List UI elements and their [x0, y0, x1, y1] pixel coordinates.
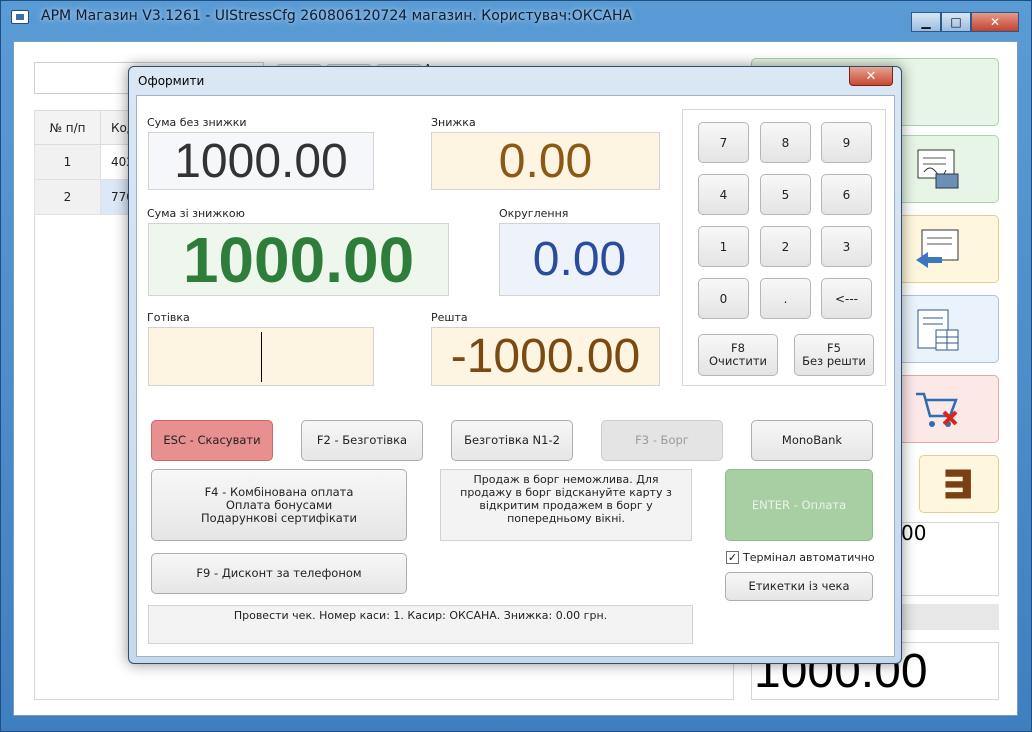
key-decimal-point[interactable]: .	[760, 278, 811, 319]
key-0[interactable]: 0	[698, 278, 749, 319]
clear-button-label: Очистити	[709, 354, 767, 368]
debt-button[interactable]: F3 - Борг	[601, 420, 723, 461]
gift-certificates-label: Подарункові сертифікати	[201, 510, 357, 525]
discount-label: Знижка	[431, 116, 476, 129]
no-change-button[interactable]: F5 Без решти	[794, 334, 874, 376]
minimize-button[interactable]: ▁	[911, 12, 941, 32]
report-icon	[917, 309, 959, 351]
key-7[interactable]: 7	[698, 122, 749, 163]
rounding-value: 0.00	[499, 223, 660, 296]
sum-with-discount-value: 1000.00	[148, 223, 449, 296]
monobank-button[interactable]: MonoBank	[751, 420, 873, 461]
sum-without-discount-label: Сума без знижки	[147, 116, 247, 129]
status-bar: Провести чек. Номер каси: 1. Касир: ОКСА…	[148, 605, 693, 644]
menu-icon	[945, 469, 971, 499]
labels-from-receipt-button[interactable]: Етикетки із чека	[725, 572, 873, 601]
discount-value: 0.00	[431, 132, 660, 190]
cashless-button[interactable]: F2 - Безготівка	[301, 420, 423, 461]
bonus-payment-label: Оплата бонусами	[225, 497, 333, 512]
terminal-auto-checkbox-row[interactable]: ✓ Термінал автоматично	[726, 551, 875, 564]
pay-button[interactable]: ENTER - Оплата	[725, 469, 873, 541]
key-5[interactable]: 5	[760, 174, 811, 215]
return-receipt-icon	[916, 229, 959, 268]
cash-input[interactable]	[148, 327, 374, 386]
row-number: 2	[34, 179, 101, 215]
dialog-close-button[interactable]: ✕	[849, 67, 893, 86]
app-titlebar[interactable]: АРМ Магазин V3.1261 - UIStressCfg 260806…	[1, 1, 1031, 33]
change-label: Решта	[431, 311, 468, 324]
print-receipt-icon	[917, 149, 959, 189]
key-3[interactable]: 3	[821, 226, 872, 267]
key-6[interactable]: 6	[821, 174, 872, 215]
no-change-button-label: Без решти	[802, 354, 866, 368]
window-controls: ▁ □ ✕	[911, 12, 1019, 32]
numeric-keypad: 7 8 9 4 5 6 1 2 3 0 . <--- F8 Очистити F…	[682, 109, 886, 386]
dialog-titlebar[interactable]: Оформити ✕	[129, 67, 901, 95]
key-9[interactable]: 9	[821, 122, 872, 163]
sum-with-discount-label: Сума зі знижкою	[147, 207, 245, 220]
app-title: АРМ Магазин V3.1261 - UIStressCfg 260806…	[41, 8, 633, 24]
terminal-auto-checkbox[interactable]: ✓	[726, 551, 739, 564]
clear-button[interactable]: F8 Очистити	[698, 334, 778, 376]
cashless-n12-button[interactable]: Безготівка N1-2	[451, 420, 573, 461]
maximize-button[interactable]: □	[941, 12, 971, 32]
key-1[interactable]: 1	[698, 226, 749, 267]
cart-remove-icon	[916, 392, 958, 427]
cash-label: Готівка	[147, 311, 190, 324]
cancel-button[interactable]: ESC - Скасувати	[151, 420, 273, 461]
checkout-dialog: Оформити ✕ Сума без знижки 1000.00 Знижк…	[128, 66, 902, 664]
key-backspace[interactable]: <---	[821, 278, 872, 319]
key-2[interactable]: 2	[760, 226, 811, 267]
combined-payment-button[interactable]: F4 - Комбінована оплата Оплата бонусами …	[151, 469, 407, 541]
text-caret	[261, 332, 262, 382]
phone-discount-button[interactable]: F9 - Дисконт за телефоном	[151, 553, 407, 594]
key-4[interactable]: 4	[698, 174, 749, 215]
close-window-button[interactable]: ✕	[971, 12, 1019, 32]
combined-payment-label: F4 - Комбінована оплата	[204, 484, 354, 499]
debt-message: Продаж в борг неможлива. Для продажу в б…	[440, 469, 692, 541]
key-8[interactable]: 8	[760, 122, 811, 163]
menu-button[interactable]	[919, 455, 999, 513]
column-header-number[interactable]: № п/п	[34, 110, 101, 145]
terminal-auto-label: Термінал автоматично	[743, 551, 875, 564]
dialog-content: Сума без знижки 1000.00 Знижка 0.00 Сума…	[136, 95, 895, 657]
app-logo-icon	[11, 10, 29, 24]
rounding-label: Округлення	[499, 207, 569, 220]
dialog-title: Оформити	[138, 74, 205, 88]
row-number: 1	[34, 144, 101, 180]
side-partial-value: 00	[901, 521, 927, 545]
change-value: -1000.00	[431, 327, 660, 386]
sum-without-discount-value: 1000.00	[148, 132, 374, 190]
